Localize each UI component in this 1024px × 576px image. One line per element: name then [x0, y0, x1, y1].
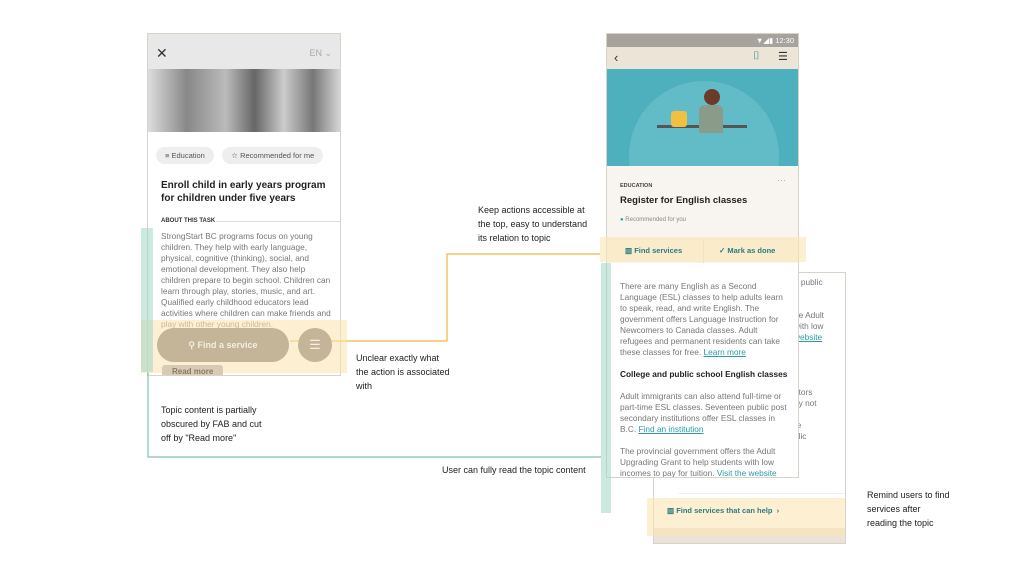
annotation-fully-read: User can fully read the topic content	[442, 465, 586, 475]
mark-done-label: Mark as done	[727, 246, 776, 255]
annotation-unclear-action: Unclear exactly what the action is assoc…	[356, 353, 450, 391]
mark-done-button[interactable]: ✓ Mark as done	[719, 246, 775, 255]
read-more-button[interactable]: Read more	[162, 365, 224, 375]
check-icon: ✓	[719, 246, 726, 255]
fab-label: Find a service	[197, 340, 258, 350]
annotation-topic-obscured: Topic content is partially obscured by F…	[161, 405, 262, 443]
find-service-fab[interactable]: ⚲ Find a service	[157, 328, 289, 362]
find-services-help-label: Find services that can help	[676, 506, 773, 515]
list-icon: ☰	[309, 337, 321, 352]
building-icon: ▥	[667, 506, 675, 515]
annotation-remind-users: Remind users to find services after read…	[867, 490, 950, 528]
annotation-keep-actions: Keep actions accessible at the top, easy…	[478, 205, 588, 243]
list-fab[interactable]: ☰	[298, 328, 332, 362]
location-pin-icon: ⚲	[188, 340, 196, 350]
building-icon: ▥	[625, 246, 633, 255]
chevron-right-icon: ›	[774, 506, 780, 515]
find-services-button[interactable]: ▥ Find services	[625, 246, 682, 255]
find-services-help-link[interactable]: ▥ Find services that can help ›	[667, 506, 779, 515]
find-services-label: Find services	[634, 246, 683, 255]
